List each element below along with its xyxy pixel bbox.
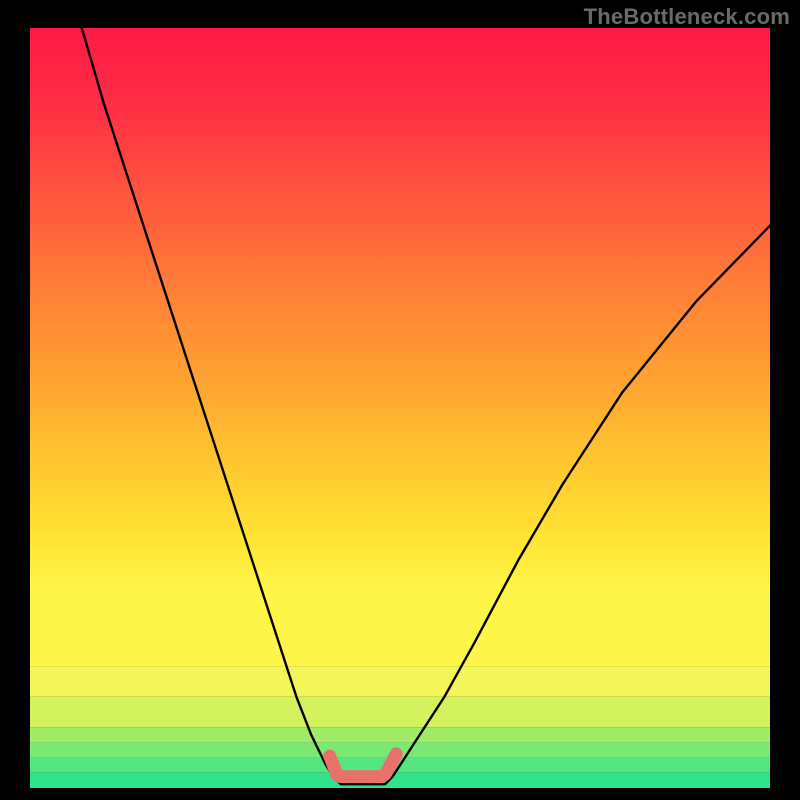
bg-band — [30, 727, 770, 742]
chart-stage: TheBottleneck.com — [0, 0, 800, 800]
bg-band — [30, 666, 770, 696]
bg-band — [30, 773, 770, 788]
bottleneck-chart — [0, 0, 800, 800]
bg-band — [30, 697, 770, 727]
watermark-text: TheBottleneck.com — [584, 4, 790, 30]
